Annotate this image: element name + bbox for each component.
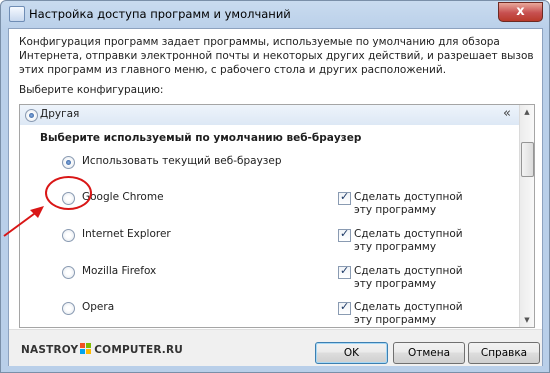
browser-row-ie[interactable]: Internet Explorer Сделать доступной эту … (20, 226, 519, 262)
config-list: Другая « Выберите используемый по умолча… (19, 104, 535, 328)
cancel-button[interactable]: Отмена (393, 342, 465, 364)
app-icon (9, 6, 25, 22)
scroll-up-icon[interactable]: ▲ (520, 105, 534, 119)
ok-button[interactable]: OK (315, 342, 388, 364)
browser-row-opera[interactable]: Opera Сделать доступной эту программу (20, 299, 519, 327)
description-text: Конфигурация программ задает программы, … (19, 36, 534, 76)
scroll-thumb[interactable] (521, 142, 534, 177)
windows-logo-icon (80, 343, 92, 355)
current-browser-radio[interactable] (62, 156, 75, 169)
config-group-label: Другая (40, 108, 80, 120)
browser-name: Mozilla Firefox (82, 265, 157, 277)
browser-name: Google Chrome (82, 191, 164, 203)
title-bar: Настройка доступа программ и умолчаний x (1, 1, 549, 27)
vertical-scrollbar[interactable]: ▲ ▼ (519, 105, 534, 327)
help-button[interactable]: Справка (468, 342, 540, 364)
ie-make-available-checkbox[interactable] (338, 227, 351, 242)
opera-make-available-checkbox[interactable] (338, 300, 351, 315)
browser-name: Opera (82, 301, 115, 313)
highlight-circle (45, 176, 92, 210)
config-group-header[interactable]: Другая « (20, 105, 519, 125)
current-browser-option[interactable]: Использовать текущий веб-браузер (20, 153, 519, 189)
firefox-make-available-checkbox[interactable] (338, 264, 351, 279)
dialog-footer: NASTROY COMPUTER.RU OK Отмена Справка (9, 329, 542, 366)
browser-name: Internet Explorer (82, 228, 171, 240)
make-available-label: Сделать доступной эту программу (354, 191, 463, 216)
collapse-icon[interactable]: « (503, 106, 511, 121)
make-available-label: Сделать доступной эту программу (354, 228, 463, 253)
opera-radio[interactable] (62, 302, 75, 315)
watermark-left: NASTROY (21, 344, 79, 356)
choose-config-label: Выберите конфигурацию: (19, 84, 164, 96)
make-available-label: Сделать доступной эту программу (354, 301, 463, 326)
ie-radio[interactable] (62, 229, 75, 242)
firefox-radio[interactable] (62, 266, 75, 279)
window-title: Настройка доступа программ и умолчаний (29, 7, 291, 21)
close-button[interactable]: x (498, 2, 543, 22)
browser-row-chrome[interactable]: Google Chrome Сделать доступной эту прог… (20, 189, 519, 225)
watermark-right: COMPUTER.RU (94, 344, 183, 356)
watermark: NASTROY COMPUTER.RU (21, 343, 183, 356)
browser-row-firefox[interactable]: Mozilla Firefox Сделать доступной эту пр… (20, 263, 519, 299)
make-available-label: Сделать доступной эту программу (354, 265, 463, 290)
config-radio-other[interactable] (25, 109, 38, 122)
current-browser-label: Использовать текущий веб-браузер (82, 155, 282, 167)
scroll-down-icon[interactable]: ▼ (520, 313, 534, 327)
chrome-make-available-checkbox[interactable] (338, 190, 351, 205)
browser-section-title: Выберите используемый по умолчанию веб-б… (40, 132, 362, 144)
